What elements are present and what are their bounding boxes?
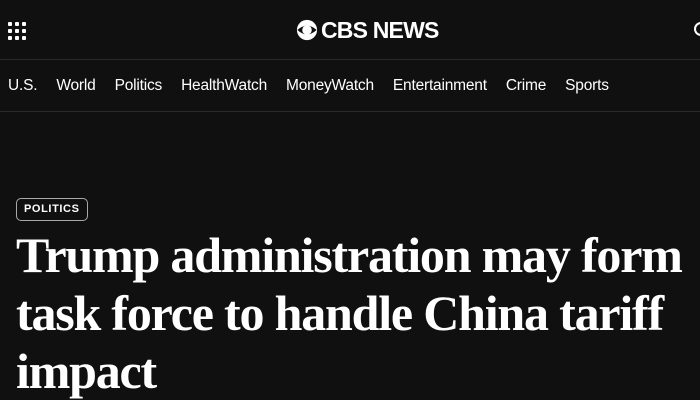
nav-item-moneywatch[interactable]: MoneyWatch [286,77,374,95]
nav-item-crime[interactable]: Crime [506,77,547,95]
article-headline: Trump administration may form task force… [16,227,683,399]
brand-name: CBS NEWS [321,17,439,43]
top-bar: CBS NEWS [0,0,700,60]
page: CBS NEWS U.S. World Politics HealthWatch… [0,0,700,400]
nav-item-world[interactable]: World [56,77,95,95]
cbs-news-logo[interactable]: CBS NEWS [296,17,439,43]
nav-item-sports[interactable]: Sports [565,77,609,95]
nav-item-entertainment[interactable]: Entertainment [393,77,487,95]
grid-menu-icon[interactable] [8,22,26,40]
nav-item-politics[interactable]: Politics [115,77,163,95]
search-icon[interactable] [694,22,700,36]
nav-item-healthwatch[interactable]: HealthWatch [181,77,267,95]
section-nav: U.S. World Politics HealthWatch MoneyWat… [0,60,700,112]
category-badge[interactable]: POLITICS [16,198,88,221]
nav-item-us[interactable]: U.S. [8,77,38,95]
cbs-eye-icon [296,19,318,41]
